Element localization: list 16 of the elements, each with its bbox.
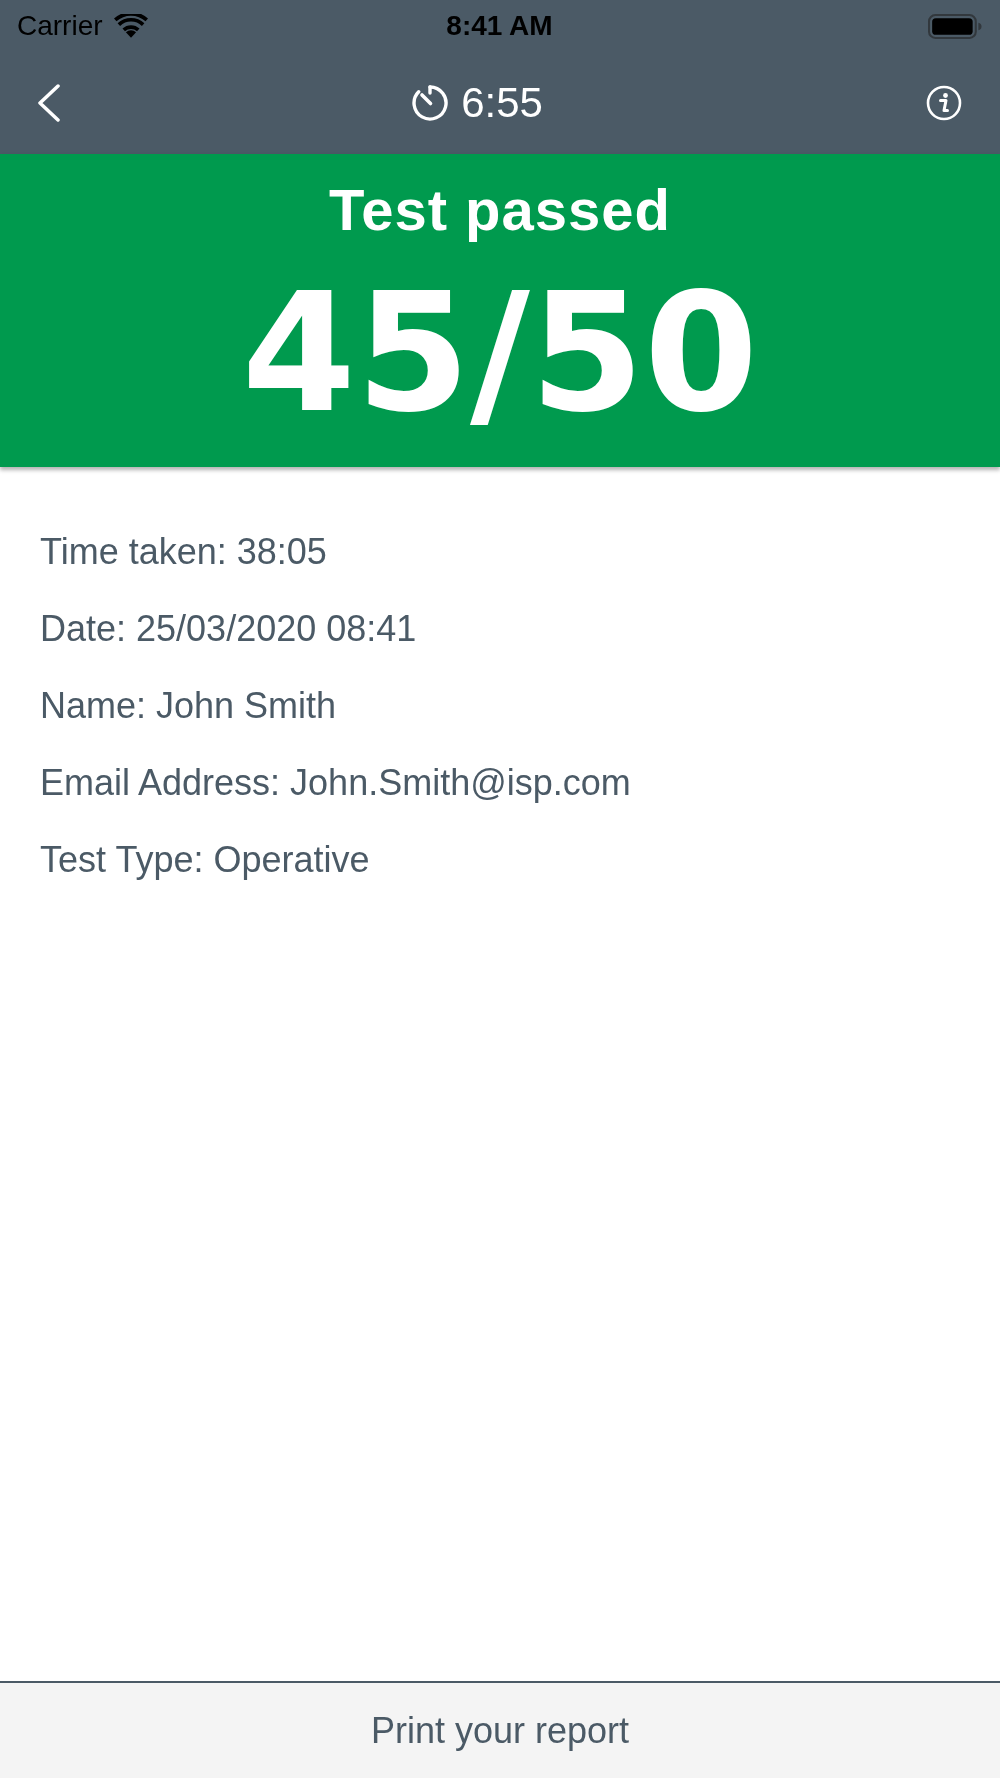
print-report-button[interactable]: Print your report xyxy=(354,1701,646,1760)
wifi-icon xyxy=(113,13,148,39)
detail-text: Email Address: John.Smith@isp.com xyxy=(40,762,631,804)
timer-text: 6:55 xyxy=(461,79,543,127)
info-icon[interactable] xyxy=(926,85,962,121)
detail-text: Time taken: 38:05 xyxy=(40,531,327,573)
detail-text: Name: John Smith xyxy=(40,685,337,727)
back-icon[interactable] xyxy=(36,84,62,122)
status-time: 8:41 AM xyxy=(446,10,553,42)
score-text: 45/50 xyxy=(241,259,759,449)
battery-icon xyxy=(928,13,982,39)
carrier-label: Carrier xyxy=(17,10,103,42)
stopwatch-icon xyxy=(411,84,450,122)
detail-text: Test Type: Operative xyxy=(40,839,370,881)
detail-text: Date: 25/03/2020 08:41 xyxy=(40,608,417,650)
result-title: Test passed xyxy=(329,178,671,242)
